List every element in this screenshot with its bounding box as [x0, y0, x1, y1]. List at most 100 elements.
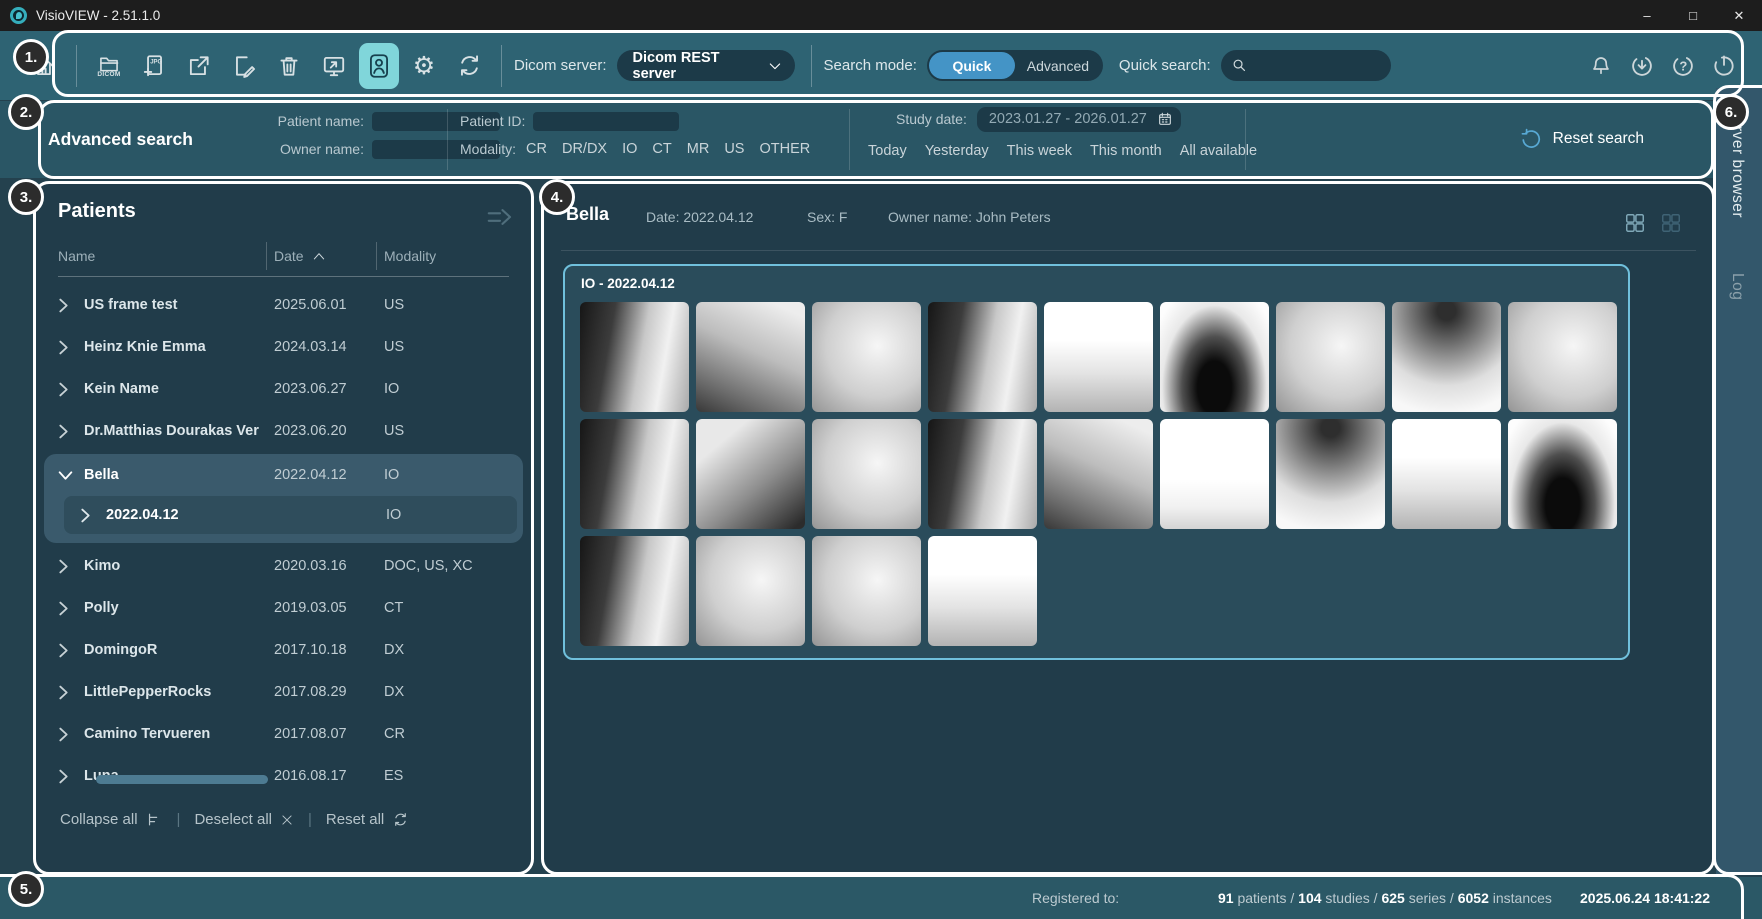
patient-modality: US — [384, 339, 523, 355]
patient-row[interactable]: Heinz Knie Emma2024.03.14US — [44, 326, 523, 368]
xray-thumbnail[interactable] — [928, 419, 1037, 529]
deselect-all-button[interactable]: Deselect all — [194, 811, 294, 828]
patient-row[interactable]: US frame test2025.06.01US — [44, 284, 523, 326]
patient-row[interactable]: DomingoR2017.10.18DX — [44, 629, 523, 671]
xray-thumbnail[interactable] — [1276, 302, 1385, 412]
monitor-arrow-icon — [321, 53, 347, 79]
chevron-right-icon[interactable] — [58, 601, 84, 616]
maximize-button[interactable]: □ — [1670, 0, 1716, 31]
power-button[interactable] — [1708, 50, 1740, 82]
modality-chip-cr[interactable]: CR — [526, 141, 547, 157]
xray-thumbnail[interactable] — [1392, 419, 1501, 529]
xray-thumbnail[interactable] — [812, 302, 921, 412]
minimize-button[interactable]: – — [1624, 0, 1670, 31]
column-header-name[interactable]: Name — [58, 248, 95, 264]
xray-thumbnail[interactable] — [580, 302, 689, 412]
chevron-right-icon[interactable] — [58, 382, 84, 397]
chevron-right-icon[interactable] — [58, 298, 84, 313]
xray-thumbnail[interactable] — [1044, 419, 1153, 529]
gear-icon: ⚙ — [413, 53, 435, 78]
reset-all-button[interactable]: Reset all — [326, 811, 409, 828]
search-mode-advanced[interactable]: Advanced — [1015, 52, 1101, 79]
chevron-right-icon[interactable] — [58, 424, 84, 439]
column-header-date[interactable]: Date — [274, 248, 326, 264]
patient-name: US frame test — [84, 297, 274, 313]
add-jpg-button[interactable]: JPG — [134, 43, 174, 89]
patient-browser-button[interactable] — [359, 43, 399, 89]
settings-button[interactable]: ⚙ — [404, 43, 444, 89]
modality-chip-ct[interactable]: CT — [652, 141, 671, 157]
patient-id-input[interactable] — [533, 112, 679, 131]
date-filter-yesterday[interactable]: Yesterday — [925, 143, 989, 159]
collapse-all-button[interactable]: Collapse all — [60, 811, 163, 828]
close-button[interactable]: ✕ — [1716, 0, 1762, 31]
modality-chip-mr[interactable]: MR — [687, 141, 710, 157]
chevron-right-icon[interactable] — [80, 508, 106, 523]
modality-chip-dr-dx[interactable]: DR/DX — [562, 141, 607, 157]
patient-row[interactable]: Camino Tervueren2017.08.07CR — [44, 713, 523, 755]
chevron-right-icon[interactable] — [58, 727, 84, 742]
thumbnail-size-large-button[interactable] — [1624, 212, 1646, 234]
xray-thumbnail[interactable] — [812, 536, 921, 646]
patient-row[interactable]: Kein Name2023.06.27IO — [44, 368, 523, 410]
date-filter-today[interactable]: Today — [868, 143, 907, 159]
edit-button[interactable] — [224, 43, 264, 89]
patient-row[interactable]: Bella2022.04.12IO — [44, 454, 523, 496]
xray-thumbnail[interactable] — [696, 536, 805, 646]
study-row[interactable]: 2022.04.12IO — [64, 496, 517, 534]
xray-thumbnail[interactable] — [1160, 419, 1269, 529]
patient-row[interactable]: Dr.Matthias Dourakas Ver2023.06.20US — [44, 410, 523, 452]
send-to-display-button[interactable] — [314, 43, 354, 89]
xray-thumbnail[interactable] — [1508, 302, 1617, 412]
thumbnail-size-small-button[interactable] — [1660, 212, 1682, 234]
xray-thumbnail[interactable] — [1044, 302, 1153, 412]
quick-search-field[interactable] — [1221, 50, 1391, 81]
xray-thumbnail[interactable] — [580, 536, 689, 646]
xray-thumbnail[interactable] — [696, 302, 805, 412]
chevron-down-icon[interactable] — [58, 470, 84, 481]
xray-thumbnail[interactable] — [1392, 302, 1501, 412]
patient-row[interactable]: Polly2019.03.05CT — [44, 587, 523, 629]
xray-thumbnail[interactable] — [1276, 419, 1385, 529]
side-tab-strip: Server browser Log — [1716, 88, 1762, 874]
modality-chip-us[interactable]: US — [724, 141, 744, 157]
delete-button[interactable] — [269, 43, 309, 89]
open-dicom-folder-button[interactable]: DICOM — [89, 43, 129, 89]
help-button[interactable]: ? — [1667, 50, 1699, 82]
xray-thumbnail[interactable] — [1508, 419, 1617, 529]
study-date-range-field[interactable]: 2023.01.27 - 2026.01.27 — [977, 107, 1181, 132]
xray-thumbnail[interactable] — [812, 419, 921, 529]
series-card[interactable]: IO - 2022.04.12 — [563, 264, 1630, 660]
chevron-right-icon[interactable] — [58, 340, 84, 355]
xray-thumbnail[interactable] — [928, 536, 1037, 646]
refresh-icon — [456, 52, 483, 79]
refresh-button[interactable] — [449, 43, 489, 89]
modality-chip-other[interactable]: OTHER — [759, 141, 810, 157]
dicom-server-select[interactable]: Dicom REST server — [617, 50, 795, 81]
date-filter-this-week[interactable]: This week — [1007, 143, 1072, 159]
xray-thumbnail[interactable] — [928, 302, 1037, 412]
chevron-right-icon[interactable] — [58, 769, 84, 784]
horizontal-scrollbar[interactable] — [96, 775, 268, 784]
chevron-right-icon[interactable] — [58, 559, 84, 574]
xray-thumbnail[interactable] — [580, 419, 689, 529]
chevron-right-icon[interactable] — [58, 685, 84, 700]
quick-search-input[interactable] — [1254, 58, 1374, 74]
xray-thumbnail[interactable] — [1160, 302, 1269, 412]
notifications-button[interactable] — [1585, 50, 1617, 82]
column-header-modality[interactable]: Modality — [384, 248, 436, 264]
search-mode-quick[interactable]: Quick — [929, 52, 1015, 79]
download-update-button[interactable] — [1626, 50, 1658, 82]
chevron-right-icon[interactable] — [58, 643, 84, 658]
patients-title: Patients — [58, 200, 136, 223]
date-filter-this-month[interactable]: This month — [1090, 143, 1162, 159]
xray-thumbnail[interactable] — [696, 419, 805, 529]
export-button[interactable] — [179, 43, 219, 89]
modality-chip-io[interactable]: IO — [622, 141, 637, 157]
reset-search-button[interactable]: Reset search — [1519, 127, 1644, 151]
tab-log[interactable]: Log — [1728, 273, 1746, 300]
patient-row[interactable]: Kimo2020.03.16DOC, US, XC — [44, 545, 523, 587]
callout-1: 1. — [13, 39, 49, 75]
patient-row[interactable]: LittlePepperRocks2017.08.29DX — [44, 671, 523, 713]
panel-collapse-icon[interactable] — [485, 204, 515, 230]
